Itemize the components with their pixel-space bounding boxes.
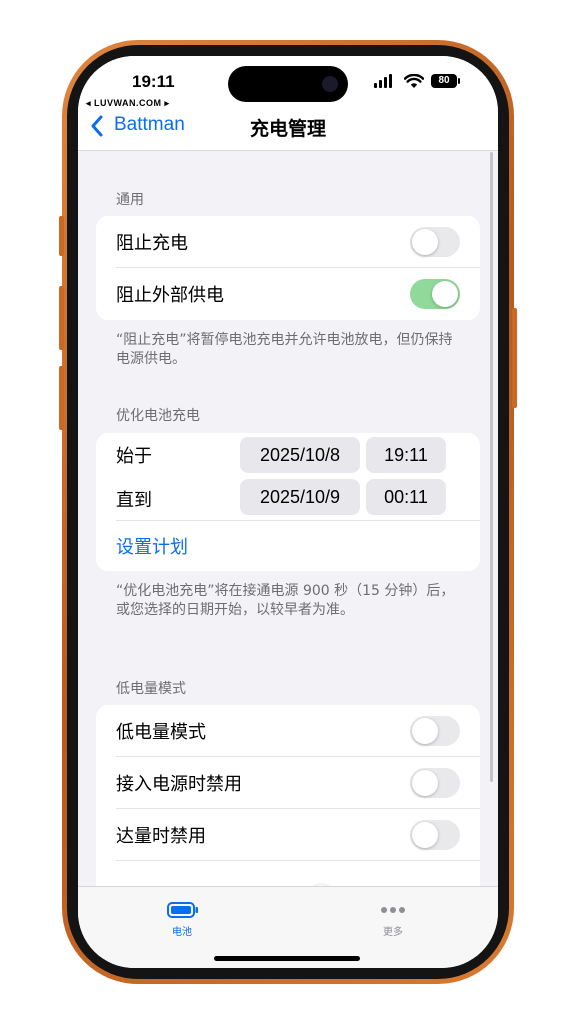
volume-down-button <box>59 366 64 430</box>
action-button <box>59 216 64 256</box>
section-header-optimized: 优化电池充电 <box>116 408 200 424</box>
start-date-picker[interactable]: 2025/10/8 <box>240 437 360 473</box>
row-low-power-mode: 低电量模式 <box>96 705 480 757</box>
power-button <box>512 308 517 408</box>
more-dots-icon <box>381 907 405 913</box>
dynamic-island <box>228 66 348 102</box>
wifi-icon <box>404 74 424 88</box>
end-date-picker[interactable]: 2025/10/9 <box>240 479 360 515</box>
volume-up-button <box>59 286 64 350</box>
tab-label: 电池 <box>172 927 192 938</box>
low-power-mode-toggle[interactable] <box>410 716 460 746</box>
set-plan-button[interactable]: 设置计划 <box>116 533 188 559</box>
home-indicator <box>214 956 360 961</box>
row-label: 接入电源时禁用 <box>116 774 242 795</box>
row-prevent-charging: 阻止充电 <box>96 216 480 268</box>
row-threshold-slider: 80 <box>96 861 480 887</box>
low-power-card: 低电量模式 接入电源时禁用 达量时禁用 80 <box>96 705 480 887</box>
disable-when-plugged-toggle[interactable] <box>410 768 460 798</box>
screen: 19:11 80 ◂ LUVWAN.COM ▸ Battman 充电管理 通用 … <box>78 56 498 968</box>
row-label: 阻止充电 <box>116 233 188 254</box>
navigation-header: 19:11 80 ◂ LUVWAN.COM ▸ Battman 充电管理 <box>78 56 498 151</box>
prevent-charging-toggle[interactable] <box>410 227 460 257</box>
page-title: 充电管理 <box>249 118 326 140</box>
general-footnote: “阻止充电”将暂停电池充电并允许电池放电，但仍保持电源供电。 <box>116 332 453 367</box>
optimized-footnote: “优化电池充电”将在接通电源 900 秒（15 分钟）后，或您选择的日期开始，以… <box>116 583 455 618</box>
end-time-picker[interactable]: 00:11 <box>366 479 446 515</box>
battery-icon <box>167 902 198 918</box>
battery-level-badge: 80 <box>431 74 457 88</box>
section-header-low-power: 低电量模式 <box>116 681 186 697</box>
general-card: 阻止充电 阻止外部供电 <box>96 216 480 320</box>
row-set-plan[interactable]: 设置计划 <box>96 521 480 571</box>
row-prevent-external-power: 阻止外部供电 <box>96 268 480 320</box>
back-to-app-link[interactable]: ◂ LUVWAN.COM ▸ <box>86 98 170 109</box>
scrollbar[interactable] <box>490 152 493 782</box>
status-time: 19:11 <box>132 72 175 91</box>
start-time-picker[interactable]: 19:11 <box>366 437 446 473</box>
row-start: 始于 2025/10/8 19:11 <box>96 433 480 477</box>
settings-scroll-content[interactable]: 通用 阻止充电 阻止外部供电 “阻止充电”将暂停电池充电并允许电池放电，但仍保持… <box>78 151 498 887</box>
tab-more[interactable]: 更多 <box>353 887 433 947</box>
row-label: 阻止外部供电 <box>116 285 224 306</box>
tab-battery[interactable]: 电池 <box>142 887 222 947</box>
row-disable-when-plugged: 接入电源时禁用 <box>96 757 480 809</box>
optimized-charging-card: 始于 2025/10/8 19:11 直到 2025/10/9 00:11 设置… <box>96 433 480 571</box>
disable-at-threshold-toggle[interactable] <box>410 820 460 850</box>
tab-label: 更多 <box>383 927 403 938</box>
row-disable-at-threshold: 达量时禁用 <box>96 809 480 861</box>
row-label: 始于 <box>116 446 152 467</box>
row-label: 低电量模式 <box>116 722 206 743</box>
prevent-external-power-toggle[interactable] <box>410 279 460 309</box>
cellular-signal-icon <box>374 74 396 88</box>
section-header-general: 通用 <box>116 192 144 208</box>
row-label: 直到 <box>116 490 152 511</box>
battery-nub <box>458 78 460 84</box>
row-end: 直到 2025/10/9 00:11 <box>96 477 480 521</box>
row-label: 达量时禁用 <box>116 826 206 847</box>
front-camera-icon <box>322 76 338 92</box>
